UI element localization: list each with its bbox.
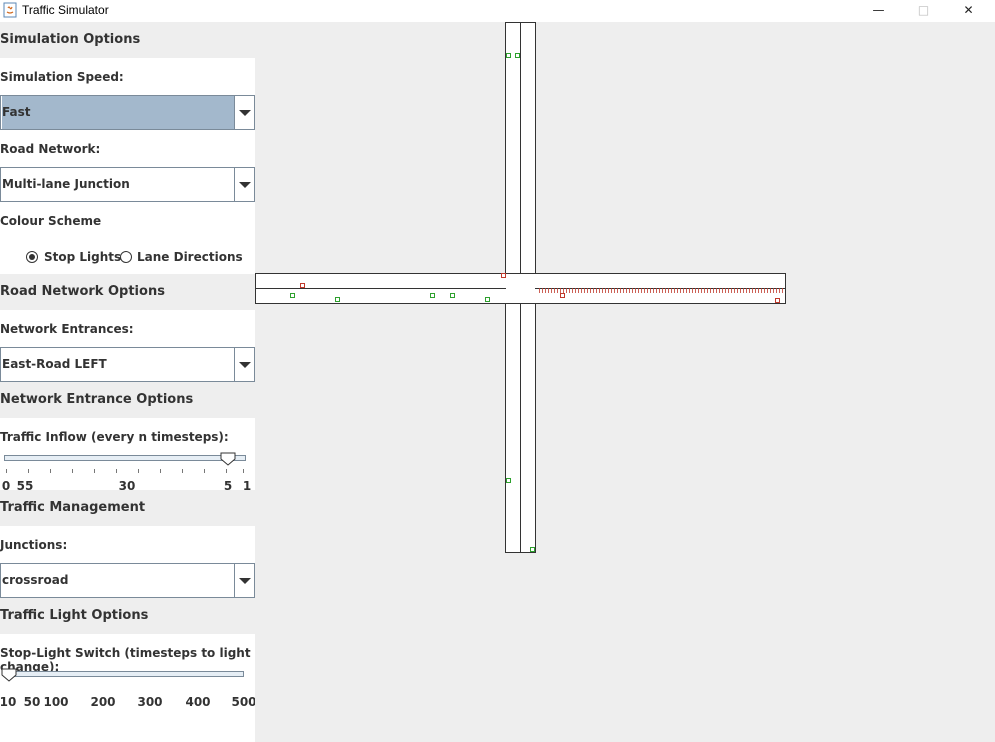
slider-tick <box>50 469 51 473</box>
section-traffic-management: Traffic Management <box>0 490 255 526</box>
slider-tick <box>28 469 29 473</box>
junctions-value: crossroad <box>2 573 69 587</box>
slider-tick-label: 400 <box>185 695 211 709</box>
radio-lane-directions-label: Lane Directions <box>137 250 243 264</box>
slider-tick <box>94 469 95 473</box>
java-app-icon <box>3 2 17 18</box>
slider-tick <box>160 469 161 473</box>
car <box>485 297 490 302</box>
slider-tick-label: 200 <box>90 695 116 709</box>
traffic-inflow-slider[interactable]: 0 55 30 5 1 <box>0 450 255 493</box>
queued-cars <box>538 288 783 293</box>
road-network-select[interactable]: Multi-lane Junction <box>0 167 255 202</box>
car <box>335 297 340 302</box>
chevron-down-icon <box>239 362 251 368</box>
colour-scheme-label: Colour Scheme <box>0 214 102 228</box>
slider-tick-label: 500 <box>231 695 257 709</box>
slider-tick-label: 300 <box>137 695 163 709</box>
window-title: Traffic Simulator <box>22 3 109 17</box>
car <box>506 53 511 58</box>
road-network-value: Multi-lane Junction <box>2 177 130 191</box>
slider-track[interactable] <box>4 455 246 461</box>
simulation-speed-value: Fast <box>2 96 234 129</box>
radio-lane-directions[interactable] <box>120 251 132 263</box>
simulation-speed-dropdown-button[interactable] <box>234 96 254 129</box>
radio-selected-dot <box>29 254 35 260</box>
simulation-speed-label: Simulation Speed: <box>0 70 124 84</box>
stop-light-switch-slider[interactable]: 10 50 100 200 300 400 500 <box>0 666 257 709</box>
slider-tick-label: 10 <box>0 695 17 709</box>
slider-thumb[interactable] <box>220 452 236 466</box>
slider-tick-label: 100 <box>43 695 69 709</box>
radio-stop-lights[interactable] <box>26 251 38 263</box>
car <box>501 273 506 278</box>
slider-track[interactable] <box>4 671 244 677</box>
slider-tick <box>6 469 7 473</box>
slider-tick-label: 50 <box>23 695 41 709</box>
road-network-dropdown-button[interactable] <box>234 168 254 201</box>
car <box>515 53 520 58</box>
slider-tick <box>182 469 183 473</box>
simulation-canvas[interactable] <box>255 22 995 742</box>
slider-tick <box>243 469 244 473</box>
network-entrances-value: East-Road LEFT <box>2 357 107 371</box>
section-road-network-options: Road Network Options <box>0 274 255 310</box>
slider-tick <box>72 469 73 473</box>
simulation-speed-select[interactable]: Fast <box>0 95 255 130</box>
road-network-label: Road Network: <box>0 142 101 156</box>
slider-tick <box>204 469 205 473</box>
car <box>300 283 305 288</box>
car <box>560 293 565 298</box>
slider-tick <box>116 469 117 473</box>
maximize-button[interactable]: □ <box>901 0 946 22</box>
junctions-label: Junctions: <box>0 538 68 552</box>
slider-thumb[interactable] <box>1 668 17 682</box>
junctions-select[interactable]: crossroad <box>0 563 255 598</box>
car <box>775 298 780 303</box>
section-traffic-light-options: Traffic Light Options <box>0 598 255 634</box>
title-bar: Traffic Simulator — □ ✕ <box>0 0 995 22</box>
car <box>290 293 295 298</box>
colour-scheme-radio-group: Stop Lights Lane Directions <box>0 250 255 265</box>
network-entrances-label: Network Entrances: <box>0 322 134 336</box>
car <box>506 478 511 483</box>
crossroad-junction <box>506 274 535 303</box>
car <box>430 293 435 298</box>
options-panel: Simulation Options Simulation Speed: Fas… <box>0 22 257 742</box>
radio-stop-lights-label: Stop Lights <box>44 250 122 264</box>
car <box>450 293 455 298</box>
section-network-entrance-options: Network Entrance Options <box>0 382 255 418</box>
close-button[interactable]: ✕ <box>946 0 991 22</box>
minimize-button[interactable]: — <box>856 0 901 22</box>
chevron-down-icon <box>239 182 251 188</box>
chevron-down-icon <box>239 110 251 116</box>
slider-tick <box>138 469 139 473</box>
traffic-inflow-label: Traffic Inflow (every n timesteps): <box>0 430 229 444</box>
junctions-dropdown-button[interactable] <box>234 564 254 597</box>
chevron-down-icon <box>239 578 251 584</box>
slider-tick <box>226 469 227 473</box>
network-entrances-select[interactable]: East-Road LEFT <box>0 347 255 382</box>
car <box>530 547 535 552</box>
section-simulation-options: Simulation Options <box>0 22 255 58</box>
network-entrances-dropdown-button[interactable] <box>234 348 254 381</box>
